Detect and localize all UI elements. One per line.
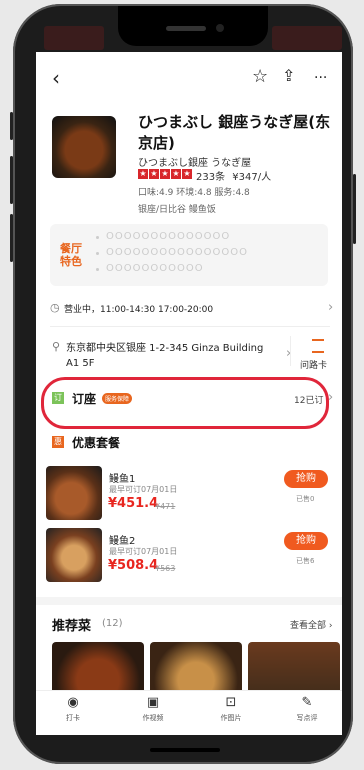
- location-icon: ◉: [67, 695, 79, 710]
- camera-icon: ⊡: [225, 695, 237, 710]
- specialty-logo-line1: 餐厅: [60, 242, 82, 255]
- booking-highlight-outline: [41, 377, 329, 429]
- buy-button[interactable]: 抢购: [284, 470, 328, 488]
- favorite-star-icon[interactable]: ☆: [252, 66, 268, 87]
- specialty-line: OOOOOOOOOOO: [106, 263, 204, 274]
- divider: [50, 326, 330, 327]
- price-per-person: ¥347/人: [232, 172, 272, 183]
- volume-down-button: [10, 214, 13, 262]
- directions-card-label[interactable]: 问路卡: [300, 358, 327, 371]
- notch: [118, 6, 268, 46]
- business-hours[interactable]: 营业中，11:00-14:30 17:00-20:00: [64, 302, 213, 315]
- more-icon[interactable]: ···: [314, 70, 327, 86]
- bullet-icon: [96, 252, 99, 255]
- volume-up-button: [10, 156, 13, 204]
- status-bar-redacted: [272, 26, 342, 50]
- star-icon: ★: [171, 169, 181, 179]
- video-tab[interactable]: ▣ 作视频: [128, 695, 178, 723]
- checkin-tab[interactable]: ◉ 打卡: [48, 695, 98, 723]
- section-divider: [36, 597, 342, 605]
- star-icon: ★: [138, 169, 148, 179]
- top-nav: ‹ ☆ ⇪ ···: [36, 52, 342, 108]
- recommended-title: 推荐菜: [52, 619, 92, 634]
- restaurant-name: ひつまぶし 銀座うなぎ屋(东京店): [138, 113, 331, 152]
- tab-label: 作图片: [220, 714, 242, 722]
- deal-price: ¥451.4: [108, 496, 159, 511]
- review-tab[interactable]: ✎ 写点评: [282, 695, 332, 723]
- deal-date: 最早可订07月01日: [109, 485, 178, 494]
- deal-name: 鳗鱼1: [109, 474, 136, 485]
- tab-label: 写点评: [296, 714, 318, 722]
- app-screen: ‹ ☆ ⇪ ··· ひつまぶし 銀座うなぎ屋(东京店) ひつまぶし銀座 うなぎ屋…: [36, 52, 342, 735]
- bullet-icon: [96, 268, 99, 271]
- recommended-count: (12): [102, 618, 123, 629]
- specialty-logo: 餐厅 特色: [60, 242, 86, 268]
- edit-icon: ✎: [301, 695, 313, 710]
- specialty-logo-line2: 特色: [60, 255, 82, 268]
- tab-label: 作视频: [142, 714, 164, 722]
- address[interactable]: 东京都中央区银座 1-2-345 Ginza Building A1 5F: [66, 341, 276, 371]
- location-pin-icon: ⚲: [52, 340, 61, 353]
- specialty-line: OOOOOOOOOOOOOO: [106, 231, 231, 242]
- rating-stars: ★ ★ ★ ★ ★: [138, 169, 192, 179]
- deal-date: 最早可订07月01日: [109, 547, 178, 556]
- location-tags: 银座/日比谷 鳗鱼饭: [138, 205, 216, 215]
- sold-count: 已售6: [296, 557, 315, 565]
- deal-original-price: ¥563: [155, 564, 176, 573]
- deals-title: 优惠套餐: [72, 436, 121, 450]
- star-icon: ★: [160, 169, 170, 179]
- sold-count: 已售0: [296, 495, 315, 503]
- status-bar-redacted: [44, 26, 104, 50]
- deal-item[interactable]: 鳗鱼2 最早可订07月01日 ¥508.4 ¥563 抢购 已售6: [36, 528, 342, 588]
- deal-original-price: ¥471: [155, 502, 176, 511]
- share-icon[interactable]: ⇪: [282, 66, 295, 85]
- bottom-action-bar: ◉ 打卡 ▣ 作视频 ⊡ 作图片 ✎ 写点评: [36, 690, 342, 735]
- home-indicator: [150, 748, 220, 752]
- divider: [290, 336, 291, 366]
- rating-meta: 233条 ¥347/人: [196, 168, 271, 183]
- deal-name: 鳗鱼2: [109, 536, 136, 547]
- deals-icon: 惠: [52, 436, 64, 448]
- buy-button[interactable]: 抢购: [284, 532, 328, 550]
- chevron-right-icon[interactable]: ›: [328, 300, 333, 315]
- sub-scores: 口味:4.9 环境:4.8 服务:4.8: [138, 188, 250, 198]
- specialty-line: OOOOOOOOOOOOOOOO: [106, 247, 248, 258]
- power-button: [353, 174, 356, 244]
- bullet-icon: [96, 236, 99, 239]
- deal-item[interactable]: 鳗鱼1 最早可订07月01日 ¥451.4 ¥471 抢购 已售0: [36, 466, 342, 526]
- review-count: 233条: [196, 172, 226, 183]
- deal-price: ¥508.4: [108, 558, 159, 573]
- see-all-link[interactable]: 查看全部 ›: [290, 618, 332, 631]
- video-icon: ▣: [146, 695, 160, 710]
- back-icon[interactable]: ‹: [52, 66, 60, 90]
- star-icon: ★: [149, 169, 159, 179]
- directions-card-icon[interactable]: [312, 339, 324, 353]
- restaurant-subname: ひつまぶし銀座 うなぎ屋: [138, 158, 252, 169]
- restaurant-photo[interactable]: [52, 116, 116, 178]
- star-icon: ★: [182, 169, 192, 179]
- specialty-card[interactable]: 餐厅 特色 OOOOOOOOOOOOOO OOOOOOOOOOOOOOOO OO…: [50, 224, 328, 286]
- deal-photo[interactable]: [46, 466, 102, 520]
- clock-icon: ◷: [50, 301, 60, 314]
- tab-label: 打卡: [66, 714, 80, 722]
- photo-tab[interactable]: ⊡ 作图片: [206, 695, 256, 723]
- mute-switch: [10, 112, 13, 140]
- deal-photo[interactable]: [46, 528, 102, 582]
